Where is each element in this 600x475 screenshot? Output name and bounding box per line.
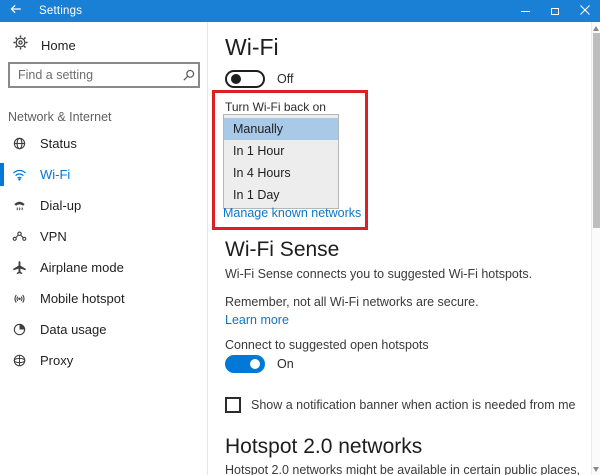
search-box: [8, 62, 200, 88]
page-title: Wi-Fi: [225, 34, 279, 60]
maximize-button[interactable]: [540, 0, 570, 22]
vpn-icon: [12, 229, 28, 244]
dialup-phone-icon: [12, 198, 28, 213]
scrollbar-down-icon[interactable]: [593, 467, 599, 472]
search-input[interactable]: [10, 64, 179, 86]
status-globe-icon: [12, 136, 28, 151]
wifi-toggle[interactable]: [225, 70, 265, 88]
titlebar: Settings: [0, 0, 600, 22]
wifi-sense-line1: Wi-Fi Sense connects you to suggested Wi…: [225, 267, 533, 281]
vertical-scrollbar[interactable]: [591, 22, 600, 475]
sidebar-item-status[interactable]: Status: [0, 128, 207, 159]
sidebar-item-proxy[interactable]: Proxy: [0, 345, 207, 376]
wifi-icon: [12, 167, 28, 182]
back-arrow-icon: [9, 2, 23, 21]
scrollbar-up-icon[interactable]: [593, 26, 599, 31]
window-title: Settings: [39, 5, 83, 17]
wifi-sense-title: Wi-Fi Sense: [225, 238, 340, 261]
connect-hotspots-toggle-state: On: [277, 357, 294, 371]
wifi-toggle-state: Off: [277, 72, 294, 86]
sidebar-item-home[interactable]: Home: [0, 34, 207, 56]
close-icon: [580, 2, 590, 20]
main-content: Wi-Fi Off Turn Wi-Fi back on Manually In…: [208, 22, 592, 475]
sidebar-item-vpn[interactable]: VPN: [0, 221, 207, 252]
sidebar-item-data-usage[interactable]: Data usage: [0, 314, 207, 345]
airplane-icon: [12, 260, 28, 275]
back-button[interactable]: [0, 0, 32, 22]
learn-more-link[interactable]: Learn more: [225, 313, 289, 327]
sidebar-item-mobile-hotspot[interactable]: Mobile hotspot: [0, 283, 207, 314]
maximize-icon: [551, 7, 559, 15]
search-icon[interactable]: [179, 68, 198, 83]
wifi-sense-line2: Remember, not all Wi-Fi networks are sec…: [225, 295, 479, 309]
data-usage-pie-icon: [12, 322, 28, 337]
sidebar-section-label: Network & Internet: [8, 110, 112, 124]
minimize-icon: [520, 10, 530, 12]
hotspot2-line1: Hotspot 2.0 networks might be available …: [225, 463, 581, 475]
gear-icon: [13, 35, 28, 55]
listbox-option-in-4-hours[interactable]: In 4 Hours: [224, 162, 338, 184]
minimize-button[interactable]: [510, 0, 540, 22]
sidebar-home-label: Home: [41, 37, 76, 53]
close-button[interactable]: [570, 0, 600, 22]
notification-banner-checkbox[interactable]: [225, 397, 241, 413]
sidebar-item-dialup[interactable]: Dial-up: [0, 190, 207, 221]
hotspot2-title: Hotspot 2.0 networks: [225, 435, 423, 458]
scrollbar-thumb[interactable]: [593, 33, 600, 228]
mobile-hotspot-icon: [12, 291, 28, 306]
connect-hotspots-toggle[interactable]: [225, 355, 265, 373]
listbox-option-in-1-hour[interactable]: In 1 Hour: [224, 140, 338, 162]
proxy-globe-icon: [12, 353, 28, 368]
turn-wifi-back-on-listbox: Manually In 1 Hour In 4 Hours In 1 Day: [223, 114, 339, 209]
sidebar: Home Network & Internet Status Wi-Fi Dia…: [0, 22, 208, 475]
listbox-option-manually[interactable]: Manually: [224, 118, 338, 140]
turn-wifi-back-on-label: Turn Wi-Fi back on: [225, 100, 326, 114]
notification-banner-checkbox-label: Show a notification banner when action i…: [251, 398, 576, 412]
manage-known-networks-link[interactable]: Manage known networks: [223, 206, 361, 220]
connect-hotspots-label: Connect to suggested open hotspots: [225, 338, 429, 352]
sidebar-item-airplane-mode[interactable]: Airplane mode: [0, 252, 207, 283]
listbox-option-in-1-day[interactable]: In 1 Day: [224, 184, 338, 206]
sidebar-item-wifi[interactable]: Wi-Fi: [0, 159, 207, 190]
